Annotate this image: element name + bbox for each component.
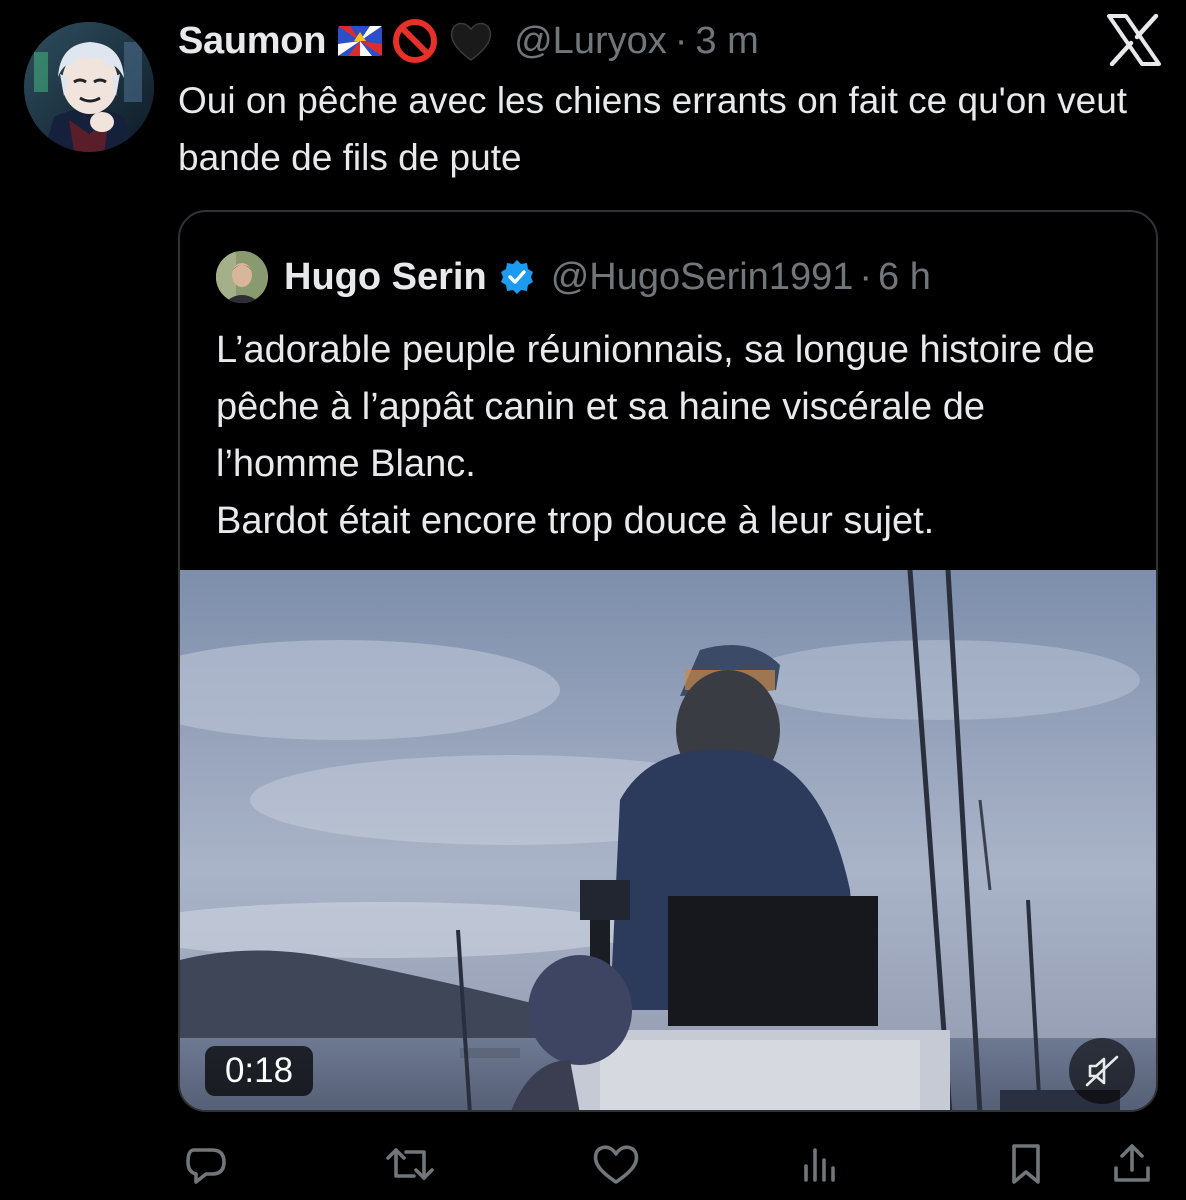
reply-icon (186, 1148, 226, 1184)
author-handle[interactable]: @Luryox (514, 20, 667, 63)
quoted-tweet-text: L’adorable peuple réunionnais, sa longue… (216, 322, 1126, 550)
verified-badge-icon (500, 260, 533, 294)
mute-toggle-button[interactable] (1069, 1038, 1135, 1104)
tweet-time[interactable]: 3 m (695, 20, 758, 63)
views-icon (804, 1148, 835, 1182)
separator-dot: · (859, 255, 873, 298)
author-avatar[interactable] (24, 22, 154, 152)
video-duration: 0:18 (205, 1046, 313, 1096)
quoted-author-handle[interactable]: @HugoSerin1991 (551, 256, 854, 299)
bookmark-button[interactable] (998, 1136, 1054, 1192)
quoted-tweet-card[interactable]: Hugo Serin @HugoSerin1991 · 6 h L’adorab… (178, 210, 1158, 1112)
quoted-tweet-time[interactable]: 6 h (878, 256, 931, 299)
reply-button[interactable] (178, 1136, 234, 1192)
like-icon (593, 1145, 639, 1184)
video-player[interactable]: 0:18 (180, 570, 1156, 1110)
black-heart-icon (450, 22, 492, 61)
separator-dot: · (674, 19, 688, 62)
bookmark-icon (1012, 1144, 1040, 1184)
retweet-button[interactable] (382, 1136, 438, 1192)
x-logo-icon (1107, 14, 1161, 66)
quoted-author-display-name[interactable]: Hugo Serin (284, 256, 487, 299)
prohibited-icon (393, 19, 438, 63)
tweet-header: Saumon @Luryox · 3 m (178, 16, 759, 66)
quoted-text-line: L’adorable peuple réunionnais, sa longue… (216, 329, 1095, 485)
flag-reunion-icon (338, 26, 383, 56)
tweet-screenshot: Saumon @Luryox · 3 m Oui on pêche avec l… (0, 0, 1186, 1200)
video-frame (180, 570, 1156, 1110)
views-button[interactable] (792, 1136, 848, 1192)
author-display-name[interactable]: Saumon (178, 20, 326, 63)
muted-speaker-icon (1085, 1055, 1119, 1087)
like-button[interactable] (588, 1136, 644, 1192)
share-button[interactable] (1104, 1136, 1160, 1192)
quoted-tweet-header: Hugo Serin @HugoSerin1991 · 6 h (216, 250, 931, 304)
quoted-text-line: Bardot était encore trop douce à leur su… (216, 500, 935, 542)
quoted-author-avatar[interactable] (216, 251, 268, 303)
tweet-actions (178, 1136, 1158, 1192)
tweet-text: Oui on pêche avec les chiens errants on … (178, 80, 1128, 178)
retweet-icon (386, 1148, 434, 1180)
share-icon (1114, 1144, 1150, 1182)
